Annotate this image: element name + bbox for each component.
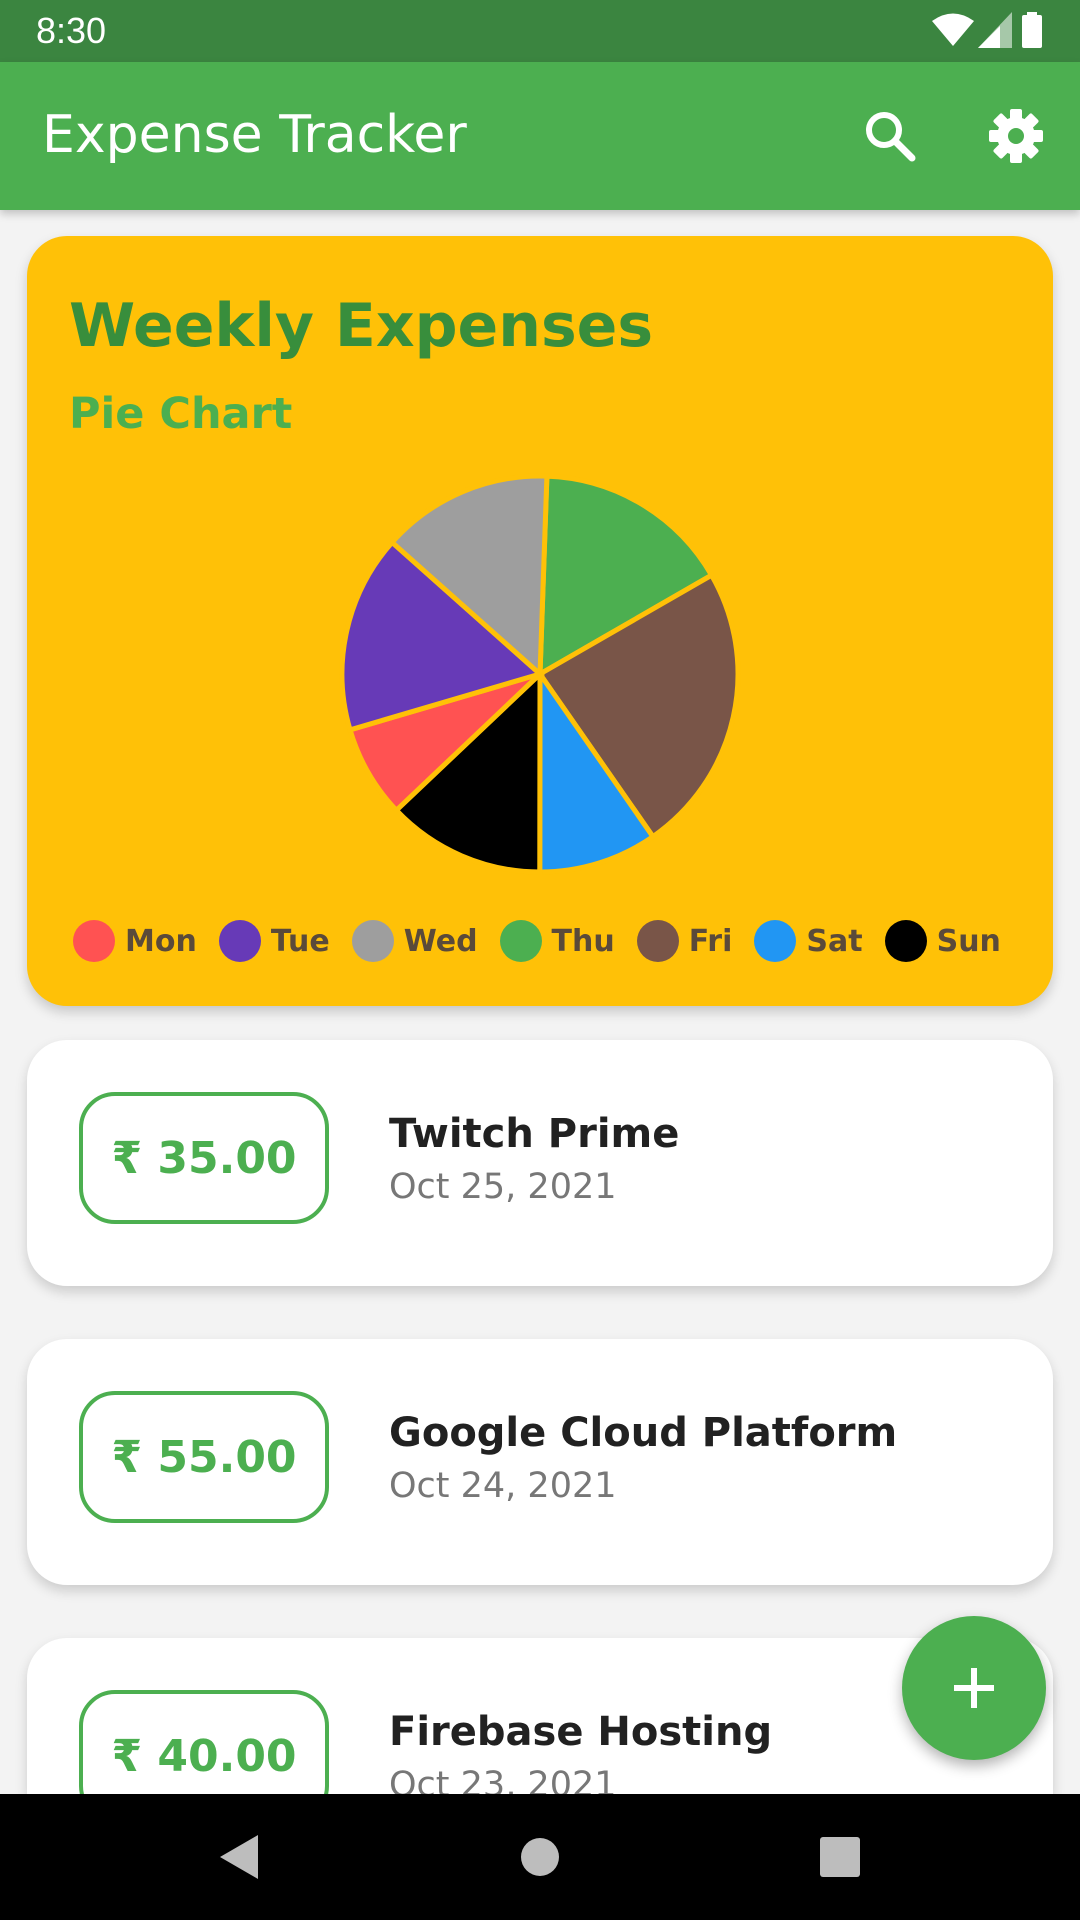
add-expense-button[interactable] bbox=[902, 1616, 1046, 1760]
legend-swatch bbox=[73, 920, 115, 962]
legend-label: Sun bbox=[936, 923, 1001, 959]
weekly-expenses-card: Weekly Expenses Pie Chart Mon Tue Wed Thu Fr… bbox=[27, 236, 1053, 1006]
transaction-amount: ₹ 55.00 bbox=[79, 1391, 329, 1523]
chart-legend: Mon Tue Wed Thu Fri Sat Sun bbox=[73, 916, 1033, 966]
legend-label: Sat bbox=[806, 923, 863, 959]
gear-icon bbox=[989, 109, 1043, 163]
legend-swatch bbox=[754, 920, 797, 962]
transaction-date: Oct 23, 2021 bbox=[389, 1765, 617, 1794]
legend-label: Tue bbox=[270, 923, 330, 959]
search-icon bbox=[866, 112, 916, 162]
system-nav-bar bbox=[0, 1794, 1080, 1920]
app-title: Expense Tracker bbox=[42, 105, 467, 165]
transaction-title: Firebase Hosting bbox=[389, 1709, 773, 1755]
wifi-icon bbox=[932, 13, 974, 46]
back-icon bbox=[220, 1835, 258, 1879]
transaction-date: Oct 25, 2021 bbox=[389, 1167, 617, 1207]
status-bar: 8:30 bbox=[0, 0, 1080, 62]
legend-label: Fri bbox=[688, 923, 733, 959]
transaction-card[interactable]: ₹ 55.00 Google Cloud Platform Oct 24, 20… bbox=[27, 1339, 1053, 1585]
legend-swatch bbox=[218, 920, 261, 962]
legend-swatch bbox=[636, 920, 679, 962]
legend-item-fri: Fri bbox=[636, 920, 733, 962]
transaction-card[interactable]: ₹ 35.00 Twitch Prime Oct 25, 2021 bbox=[27, 1040, 1053, 1286]
back-button[interactable] bbox=[212, 1829, 268, 1885]
legend-swatch bbox=[351, 920, 394, 962]
transaction-amount: ₹ 35.00 bbox=[79, 1092, 329, 1224]
legend-label: Wed bbox=[403, 923, 478, 959]
legend-item-sat: Sat bbox=[754, 920, 863, 962]
status-time: 8:30 bbox=[36, 10, 107, 51]
legend-swatch bbox=[499, 920, 542, 962]
home-icon bbox=[521, 1838, 559, 1876]
transaction-amount: ₹ 40.00 bbox=[79, 1690, 329, 1794]
plus-icon bbox=[954, 1668, 994, 1708]
legend-item-thu: Thu bbox=[499, 920, 615, 962]
recents-icon bbox=[820, 1837, 860, 1877]
pie-chart bbox=[339, 473, 741, 875]
transaction-date: Oct 24, 2021 bbox=[389, 1466, 617, 1506]
legend-label: Thu bbox=[551, 923, 615, 959]
battery-icon bbox=[1022, 12, 1042, 48]
signal-icon bbox=[978, 12, 1012, 48]
home-button[interactable] bbox=[512, 1829, 568, 1885]
transaction-card[interactable]: ₹ 40.00 Firebase Hosting Oct 23, 2021 bbox=[27, 1638, 1053, 1794]
legend-item-mon: Mon bbox=[73, 920, 197, 962]
legend-item-tue: Tue bbox=[218, 920, 330, 962]
app-bar: Expense Tracker bbox=[0, 62, 1080, 210]
legend-swatch bbox=[884, 920, 927, 962]
transaction-title: Google Cloud Platform bbox=[389, 1410, 898, 1456]
legend-item-sun: Sun bbox=[884, 920, 1001, 962]
search-button[interactable] bbox=[858, 104, 922, 168]
transaction-title: Twitch Prime bbox=[389, 1111, 680, 1157]
legend-label: Mon bbox=[125, 923, 197, 959]
legend-item-wed: Wed bbox=[351, 920, 478, 962]
settings-button[interactable] bbox=[984, 104, 1048, 168]
recents-button[interactable] bbox=[812, 1829, 868, 1885]
